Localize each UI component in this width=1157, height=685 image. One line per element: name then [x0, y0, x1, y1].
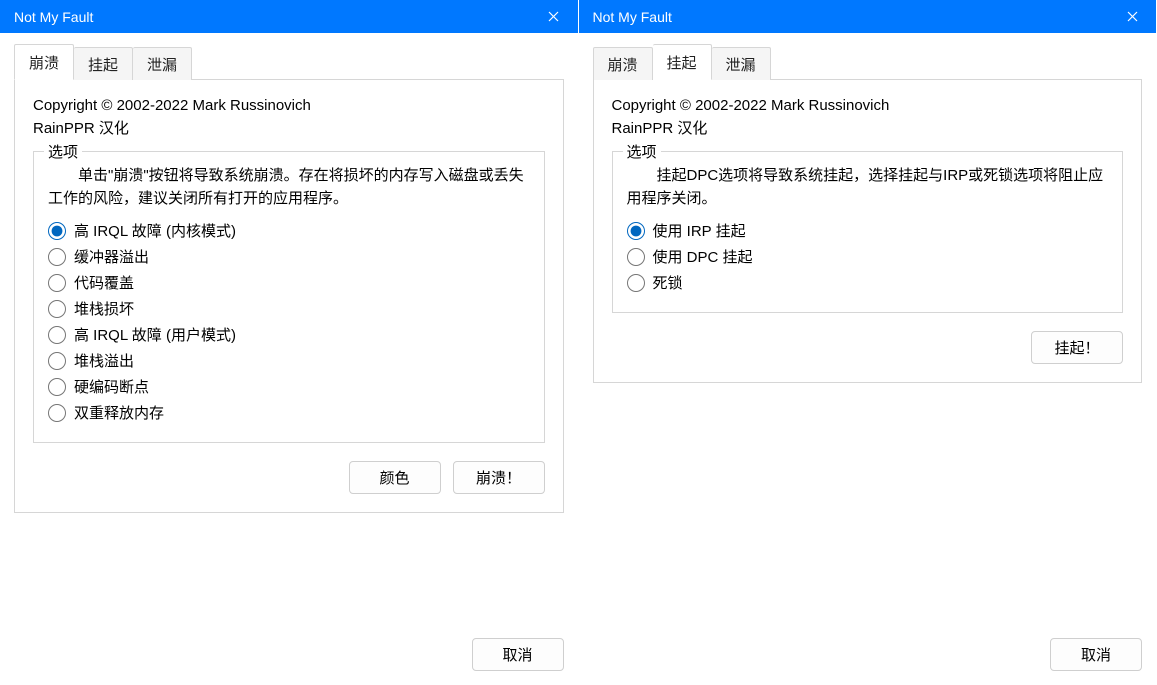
radio-input[interactable] [48, 378, 66, 396]
radio-list: 使用 IRP 挂起 使用 DPC 挂起 死锁 [627, 220, 1109, 293]
window-hang: Not My Fault 崩溃 挂起 泄漏 Copyright © 2002-2… [579, 0, 1157, 685]
tab-leak[interactable]: 泄漏 [712, 47, 771, 80]
radio-label: 缓冲器溢出 [74, 246, 149, 267]
radio-label: 堆栈溢出 [74, 350, 134, 371]
radio-deadlock[interactable]: 死锁 [627, 272, 1109, 293]
window-title: Not My Fault [14, 9, 93, 25]
radio-label: 使用 DPC 挂起 [653, 246, 753, 267]
radio-label: 死锁 [653, 272, 683, 293]
tab-label: 崩溃 [29, 55, 59, 72]
tab-label: 泄漏 [726, 57, 756, 74]
radio-input[interactable] [48, 300, 66, 318]
crash-button[interactable]: 崩溃！ [453, 461, 545, 494]
radio-stack-overflow[interactable]: 堆栈溢出 [48, 350, 530, 371]
radio-input[interactable] [627, 222, 645, 240]
group-legend: 选项 [44, 141, 82, 162]
radio-double-free[interactable]: 双重释放内存 [48, 402, 530, 423]
radio-label: 硬编码断点 [74, 376, 149, 397]
group-legend: 选项 [623, 141, 661, 162]
group-description: 单击"崩溃"按钮将导致系统崩溃。存在将损坏的内存写入磁盘或丢失工作的风险，建议关… [48, 164, 530, 211]
radio-high-irql-kernel[interactable]: 高 IRQL 故障 (内核模式) [48, 220, 530, 241]
radio-label: 高 IRQL 故障 (内核模式) [74, 220, 236, 241]
close-button[interactable] [530, 0, 578, 33]
body-area: 崩溃 挂起 泄漏 Copyright © 2002-2022 Mark Russ… [0, 33, 578, 685]
radio-label: 使用 IRP 挂起 [653, 220, 746, 241]
color-button[interactable]: 颜色 [349, 461, 441, 494]
window-crash: Not My Fault 崩溃 挂起 泄漏 Copyright © 2002-2… [0, 0, 579, 685]
radio-high-irql-user[interactable]: 高 IRQL 故障 (用户模式) [48, 324, 530, 345]
radio-input[interactable] [627, 274, 645, 292]
hang-button[interactable]: 挂起！ [1031, 331, 1123, 364]
tab-panel: Copyright © 2002-2022 Mark Russinovich R… [593, 79, 1143, 383]
tab-strip: 崩溃 挂起 泄漏 [593, 47, 1143, 79]
radio-input[interactable] [48, 248, 66, 266]
radio-label: 堆栈损坏 [74, 298, 134, 319]
radio-input[interactable] [48, 404, 66, 422]
close-button[interactable] [1108, 0, 1156, 33]
tab-crash[interactable]: 崩溃 [593, 47, 653, 80]
cancel-button[interactable]: 取消 [1050, 638, 1142, 671]
group-description: 挂起DPC选项将导致系统挂起，选择挂起与IRP或死锁选项将阻止应用程序关闭。 [627, 164, 1109, 211]
radio-buffer-overflow[interactable]: 缓冲器溢出 [48, 246, 530, 267]
tab-label: 挂起 [667, 55, 697, 72]
radio-input[interactable] [48, 352, 66, 370]
titlebar[interactable]: Not My Fault [0, 0, 578, 33]
radio-label: 代码覆盖 [74, 272, 134, 293]
titlebar[interactable]: Not My Fault [579, 0, 1157, 33]
radio-stack-trash[interactable]: 堆栈损坏 [48, 298, 530, 319]
action-button-row: 挂起！ [612, 331, 1124, 364]
cancel-button[interactable]: 取消 [472, 638, 564, 671]
tab-label: 挂起 [88, 57, 118, 74]
radio-hang-dpc[interactable]: 使用 DPC 挂起 [627, 246, 1109, 267]
translator-text: RainPPR 汉化 [33, 117, 545, 140]
close-icon [1127, 9, 1138, 25]
copyright-text: Copyright © 2002-2022 Mark Russinovich [612, 94, 1124, 117]
tab-panel: Copyright © 2002-2022 Mark Russinovich R… [14, 79, 564, 513]
radio-label: 双重释放内存 [74, 402, 164, 423]
window-title: Not My Fault [593, 9, 672, 25]
radio-input[interactable] [48, 274, 66, 292]
radio-label: 高 IRQL 故障 (用户模式) [74, 324, 236, 345]
radio-input[interactable] [48, 326, 66, 344]
tab-crash[interactable]: 崩溃 [14, 44, 74, 80]
tab-label: 崩溃 [608, 57, 638, 74]
tab-leak[interactable]: 泄漏 [133, 47, 192, 80]
tab-label: 泄漏 [147, 57, 177, 74]
copyright-text: Copyright © 2002-2022 Mark Russinovich [33, 94, 545, 117]
radio-input[interactable] [627, 248, 645, 266]
cancel-row: 取消 [472, 638, 564, 671]
tab-strip: 崩溃 挂起 泄漏 [14, 47, 564, 79]
close-icon [548, 9, 559, 25]
radio-input[interactable] [48, 222, 66, 240]
tab-hang[interactable]: 挂起 [74, 47, 133, 80]
options-group: 选项 单击"崩溃"按钮将导致系统崩溃。存在将损坏的内存写入磁盘或丢失工作的风险，… [33, 151, 545, 444]
tab-hang[interactable]: 挂起 [653, 44, 712, 80]
action-button-row: 颜色 崩溃！ [33, 461, 545, 494]
options-group: 选项 挂起DPC选项将导致系统挂起，选择挂起与IRP或死锁选项将阻止应用程序关闭… [612, 151, 1124, 314]
radio-list: 高 IRQL 故障 (内核模式) 缓冲器溢出 代码覆盖 堆栈损坏 高 IRQL … [48, 220, 530, 423]
radio-hardcoded-breakpoint[interactable]: 硬编码断点 [48, 376, 530, 397]
radio-hang-irp[interactable]: 使用 IRP 挂起 [627, 220, 1109, 241]
body-area: 崩溃 挂起 泄漏 Copyright © 2002-2022 Mark Russ… [579, 33, 1157, 685]
radio-code-overwrite[interactable]: 代码覆盖 [48, 272, 530, 293]
translator-text: RainPPR 汉化 [612, 117, 1124, 140]
cancel-row: 取消 [1050, 638, 1142, 671]
